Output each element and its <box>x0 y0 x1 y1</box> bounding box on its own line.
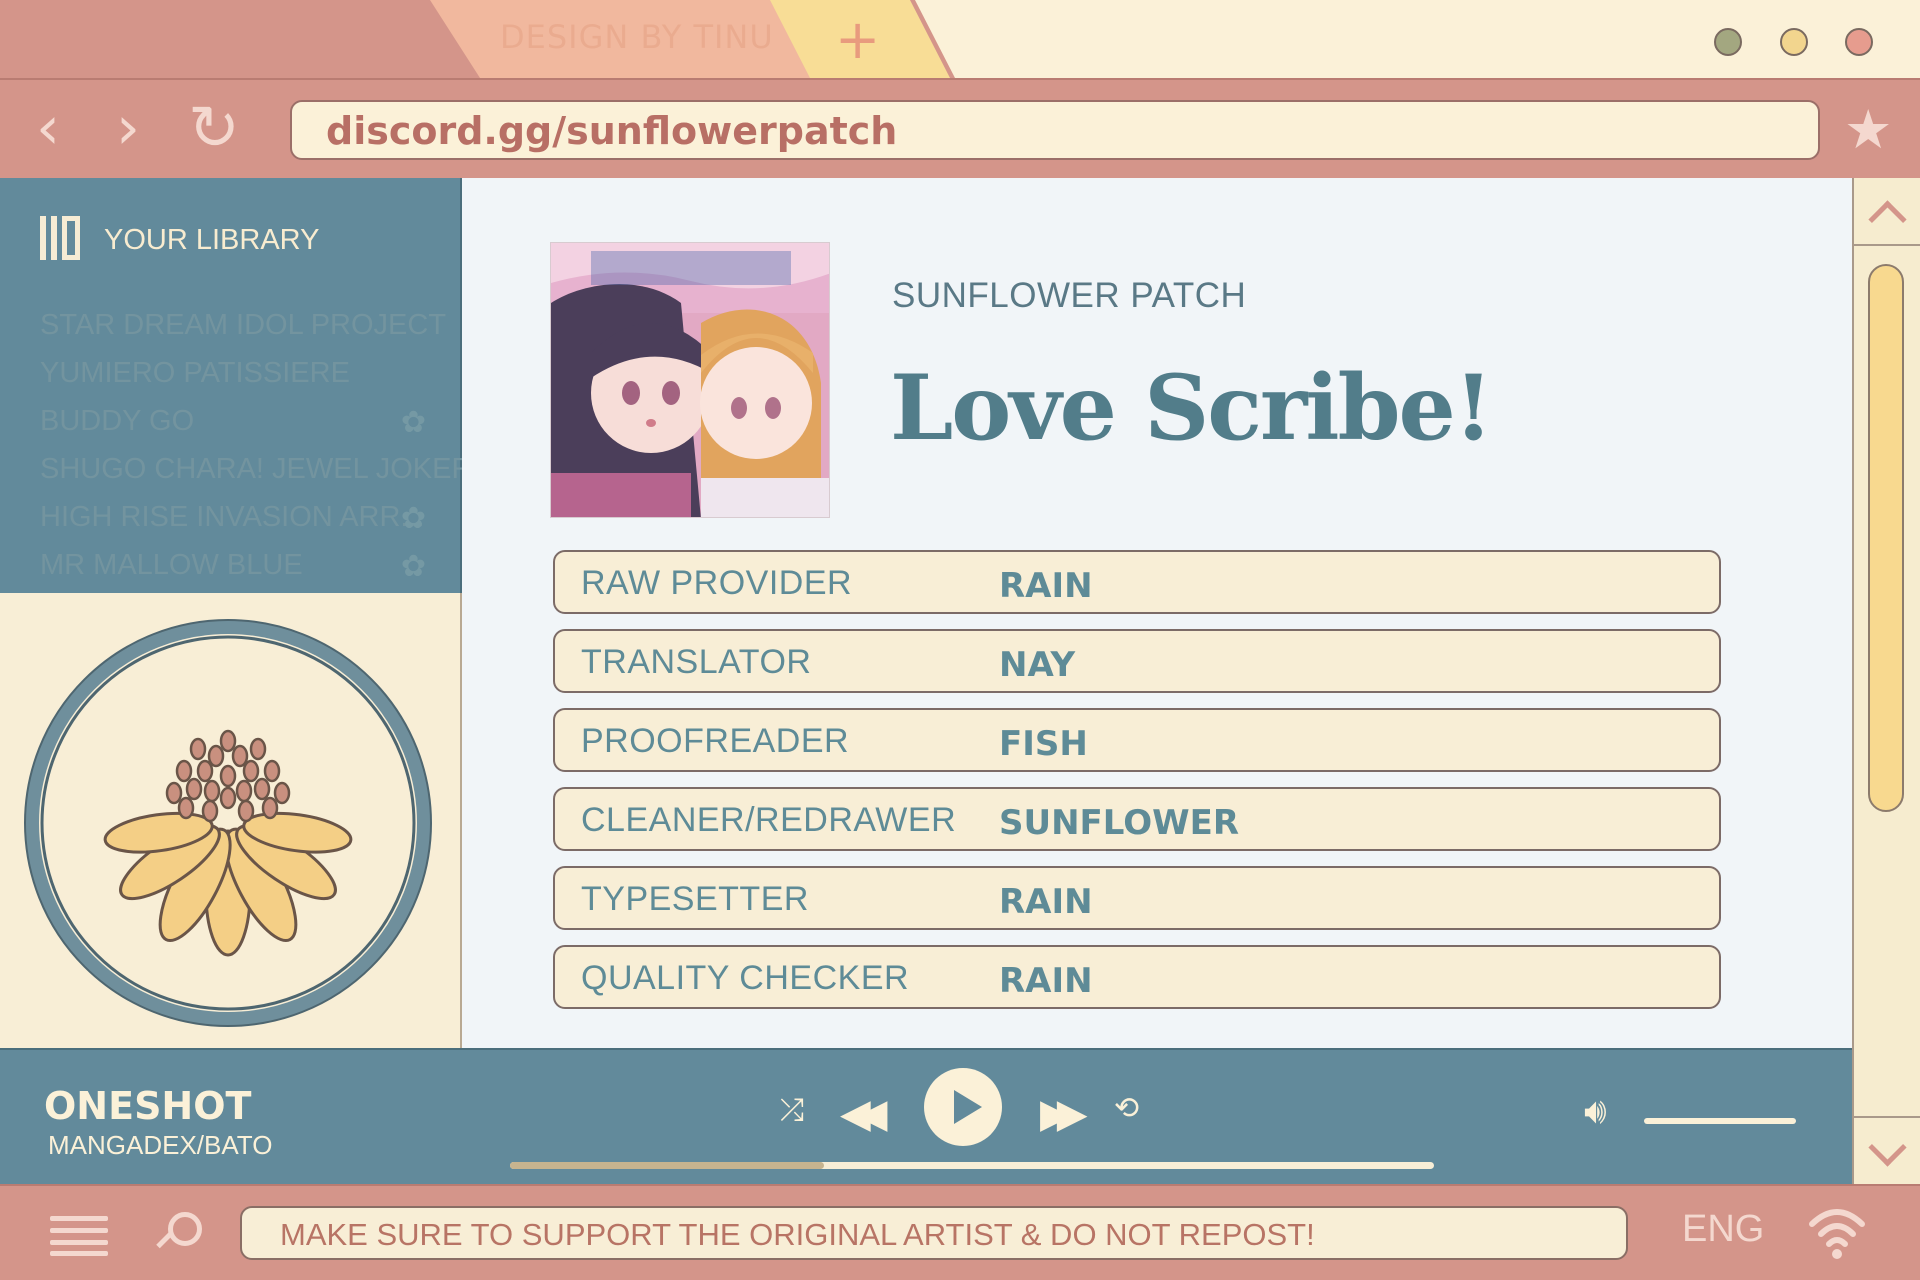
library-item-label: YUMIERO PATISSIERE <box>40 357 350 389</box>
library-item[interactable]: BUDDY GO ✿ <box>40 405 450 439</box>
credit-row: TRANSLATOR NAY <box>553 629 1721 693</box>
credit-name: SUNFLOWER <box>999 803 1240 843</box>
reload-icon[interactable]: ↻ <box>188 97 240 159</box>
group-name: SUNFLOWER PATCH <box>892 276 1247 315</box>
star-icon[interactable]: ★ <box>1844 98 1892 161</box>
credit-row: QUALITY CHECKER RAIN <box>553 945 1721 1009</box>
maximize-button[interactable] <box>1780 28 1808 56</box>
volume-icon[interactable]: 🔊︎ <box>1584 1094 1607 1130</box>
search-icon[interactable] <box>156 1212 202 1256</box>
credit-row: RAW PROVIDER RAIN <box>553 550 1721 614</box>
track-subtitle: MANGADEX/BATO <box>48 1130 273 1160</box>
library-icon <box>40 216 80 260</box>
library-title: YOUR LIBRARY <box>104 224 320 256</box>
credit-row: PROOFREADER FISH <box>553 708 1721 772</box>
notice-text: MAKE SURE TO SUPPORT THE ORIGINAL ARTIST… <box>280 1217 1315 1252</box>
credit-role: CLEANER/REDRAWER <box>581 801 957 839</box>
track-title: ONESHOT <box>44 1084 252 1128</box>
title-bar <box>915 0 1920 78</box>
flower-icon: ✿ <box>400 550 426 583</box>
credit-role: RAW PROVIDER <box>581 564 853 602</box>
progress-bar[interactable] <box>510 1162 1434 1169</box>
credit-role: PROOFREADER <box>581 722 850 760</box>
flower-icon: ✿ <box>400 406 426 439</box>
credit-name: RAIN <box>999 961 1093 1001</box>
browser-tab-label: DESIGN BY TINU <box>500 18 774 56</box>
manga-cover-image <box>550 242 830 518</box>
shuffle-icon[interactable]: ⤮ <box>780 1096 804 1126</box>
plus-icon: + <box>835 8 881 71</box>
credit-row: CLEANER/REDRAWER SUNFLOWER <box>553 787 1721 851</box>
repeat-icon[interactable]: ⟲ <box>1114 1094 1139 1124</box>
credit-role: TRANSLATOR <box>581 643 812 681</box>
library-item-label: BUDDY GO <box>40 405 195 437</box>
navigation-bar: ‹ › ↻ discord.gg/sunflowerpatch ★ <box>0 78 1920 178</box>
scrollbar[interactable] <box>1852 178 1920 1184</box>
back-arrow-icon[interactable]: ‹ <box>36 98 60 158</box>
credit-role: QUALITY CHECKER <box>581 959 910 997</box>
close-button[interactable] <box>1845 28 1873 56</box>
manga-title: Love Scribe! <box>890 355 1493 461</box>
tab-bar: DESIGN BY TINU + <box>0 0 1920 78</box>
scroll-down-icon[interactable] <box>1854 1116 1920 1184</box>
sunflower-logo <box>24 619 432 1027</box>
notice-bar: MAKE SURE TO SUPPORT THE ORIGINAL ARTIST… <box>240 1206 1628 1260</box>
forward-arrow-icon[interactable]: › <box>116 98 140 158</box>
library-item[interactable]: STAR DREAM IDOL PROJECT <box>40 309 450 342</box>
library-item-label: SHUGO CHARA! JEWEL JOKER <box>40 453 473 485</box>
language-indicator[interactable]: ENG <box>1682 1208 1764 1251</box>
library-item[interactable]: HIGH RISE INVASION ARR... ✿ <box>40 501 450 535</box>
taskbar: MAKE SURE TO SUPPORT THE ORIGINAL ARTIST… <box>0 1184 1920 1280</box>
menu-icon[interactable] <box>50 1216 108 1256</box>
credit-name: NAY <box>999 645 1076 685</box>
credit-name: FISH <box>999 724 1088 764</box>
address-bar[interactable]: discord.gg/sunflowerpatch <box>290 100 1820 160</box>
library-item-label: STAR DREAM IDOL PROJECT <box>40 309 447 341</box>
flower-icon: ✿ <box>400 502 426 535</box>
progress-fill <box>510 1162 825 1169</box>
credit-name: RAIN <box>999 882 1093 922</box>
volume-slider[interactable] <box>1644 1118 1796 1124</box>
credit-row: TYPESETTER RAIN <box>553 866 1721 930</box>
library-item[interactable]: SHUGO CHARA! JEWEL JOKER <box>40 453 472 486</box>
rewind-icon[interactable]: ◀◀ <box>840 1094 887 1134</box>
library-sidebar: YOUR LIBRARY STAR DREAM IDOL PROJECT YUM… <box>0 178 472 593</box>
play-button[interactable] <box>924 1068 1002 1146</box>
credit-name: RAIN <box>999 566 1093 606</box>
library-item-label: HIGH RISE INVASION ARR... <box>40 501 425 533</box>
scroll-up-icon[interactable] <box>1854 178 1920 246</box>
credit-role: TYPESETTER <box>581 880 809 918</box>
library-item[interactable]: YUMIERO PATISSIERE <box>40 357 450 390</box>
wifi-icon[interactable] <box>1808 1202 1866 1262</box>
address-url: discord.gg/sunflowerpatch <box>326 109 898 153</box>
group-logo-panel <box>0 593 462 1048</box>
library-item[interactable]: MR MALLOW BLUE ✿ <box>40 549 450 583</box>
fast-forward-icon[interactable]: ▶▶ <box>1040 1094 1087 1134</box>
library-item-label: MR MALLOW BLUE <box>40 549 303 581</box>
minimize-button[interactable] <box>1714 28 1742 56</box>
scrollbar-thumb[interactable] <box>1868 264 1904 812</box>
media-player: ONESHOT MANGADEX/BATO ⤮ ◀◀ ▶▶ ⟲ 🔊︎ <box>0 1048 1852 1184</box>
